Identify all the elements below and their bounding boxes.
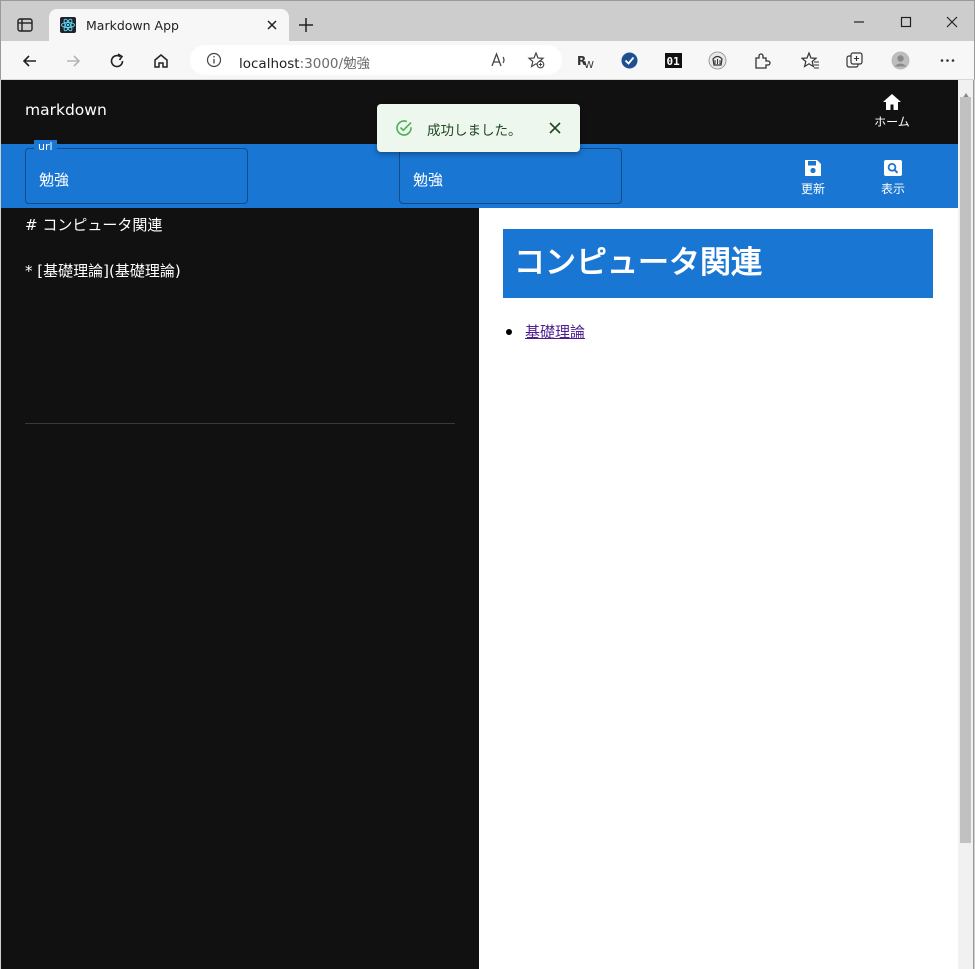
browser-toolbar: localhost:3000/勉強 RW 01	[0, 41, 975, 80]
svg-text:01: 01	[667, 55, 681, 68]
preview-heading: コンピュータ関連	[503, 229, 933, 298]
plus-icon[interactable]	[297, 16, 315, 34]
extension-icon[interactable]	[708, 51, 727, 70]
browser-tab[interactable]: Markdown App	[49, 9, 289, 43]
address-bar[interactable]: localhost:3000/勉強	[190, 45, 562, 75]
read-aloud-icon[interactable]	[490, 51, 508, 69]
back-arrow-icon[interactable]	[20, 51, 40, 71]
search-icon	[873, 158, 913, 178]
save-icon	[793, 158, 833, 178]
svg-text:W: W	[584, 60, 594, 70]
edit-toolbar: url 勉強 勉強 更新 表示	[1, 140, 958, 208]
scroll-up-arrow-icon[interactable]	[962, 84, 970, 99]
update-label: 更新	[800, 182, 825, 196]
view-button[interactable]: 表示	[873, 156, 913, 200]
bullet	[506, 329, 512, 335]
editor-underline	[25, 423, 455, 424]
home-label: ホーム	[874, 115, 910, 129]
success-snackbar: 成功しました。	[377, 104, 580, 152]
list-item: 基礎理論	[506, 322, 585, 342]
page-viewport: markdown ホーム url 勉強 勉強 更新 表示 # コンピュータ関連 …	[1, 80, 958, 969]
react-favicon-icon	[60, 17, 76, 33]
update-button[interactable]: 更新	[793, 156, 833, 200]
home-icon	[867, 92, 917, 112]
close-icon[interactable]	[264, 17, 280, 33]
check-circle-icon	[394, 118, 414, 138]
extension-icon[interactable]	[752, 51, 771, 70]
app-title: markdown	[25, 101, 107, 119]
favorites-icon[interactable]	[800, 51, 820, 70]
favorite-add-icon[interactable]	[527, 51, 545, 69]
snackbar-message: 成功しました。	[427, 123, 522, 139]
view-label: 表示	[880, 182, 905, 196]
forward-arrow-icon[interactable]	[63, 51, 83, 71]
preview-link[interactable]: 基礎理論	[525, 323, 585, 341]
close-icon[interactable]	[547, 120, 563, 136]
info-icon[interactable]	[206, 52, 222, 68]
collections-icon[interactable]	[845, 51, 864, 70]
home-icon[interactable]	[151, 51, 171, 71]
refresh-icon[interactable]	[107, 51, 127, 71]
markdown-preview: コンピュータ関連 基礎理論	[479, 208, 958, 969]
tab-actions-icon[interactable]	[15, 15, 35, 35]
extension-icon[interactable]: 01	[664, 51, 683, 70]
close-icon[interactable]	[943, 13, 961, 31]
url-field[interactable]: url 勉強	[25, 140, 248, 204]
page-scrollbar[interactable]	[958, 80, 974, 969]
minimize-icon[interactable]	[850, 13, 868, 31]
more-icon[interactable]	[938, 51, 957, 70]
tab-title: Markdown App	[86, 18, 179, 33]
scroll-thumb[interactable]	[960, 97, 971, 843]
home-button[interactable]: ホーム	[867, 92, 917, 134]
browser-titlebar: Markdown App	[0, 0, 975, 43]
markdown-textarea[interactable]: # コンピュータ関連 * [基礎理論](基礎理論)	[25, 214, 455, 283]
markdown-editor[interactable]: # コンピュータ関連 * [基礎理論](基礎理論)	[1, 208, 479, 969]
extension-icon[interactable]: RW	[576, 51, 595, 71]
name-field-value: 勉強	[413, 171, 444, 189]
url-text: localhost:3000/勉強	[239, 56, 371, 72]
extension-icon[interactable]	[620, 51, 639, 70]
url-field-value: 勉強	[39, 171, 70, 189]
preview-list: 基礎理論	[506, 322, 585, 342]
url-field-label: url	[34, 140, 57, 153]
name-field[interactable]: 勉強	[399, 148, 622, 204]
maximize-icon[interactable]	[897, 13, 915, 31]
profile-icon[interactable]	[891, 51, 910, 70]
